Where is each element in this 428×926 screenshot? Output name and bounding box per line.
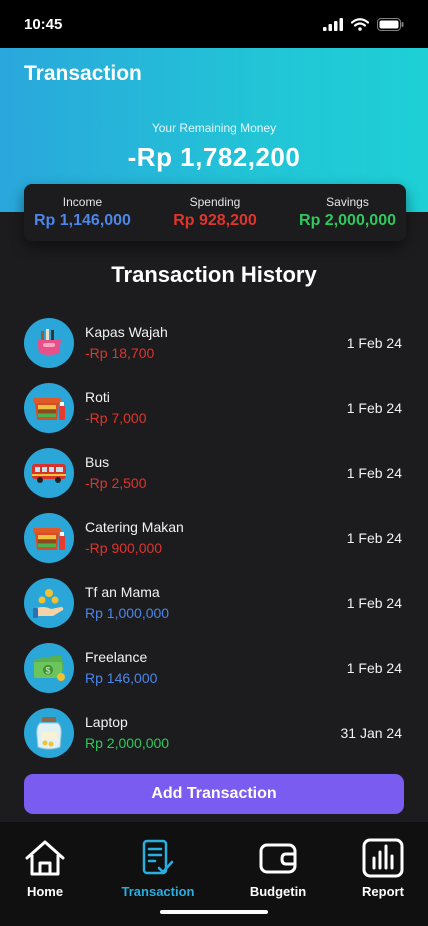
transaction-date: 1 Feb 24 xyxy=(346,399,402,416)
transaction-row[interactable]: Catering Makan -Rp 900,000 1 Feb 24 xyxy=(24,505,404,570)
transaction-info: Bus -Rp 2,500 xyxy=(85,454,347,491)
transaction-amount: Rp 1,000,000 xyxy=(85,605,170,621)
spending-value: Rp 928,200 xyxy=(173,212,257,229)
transaction-amount: -Rp 18,700 xyxy=(85,345,155,361)
transaction-amount: -Rp 7,000 xyxy=(85,410,147,426)
transaction-date: 1 Feb 24 xyxy=(346,334,402,351)
transaction-name: Tf an Mama xyxy=(85,584,160,600)
transaction-screen: 10:45 Transaction Your Remaining Money -… xyxy=(0,0,428,926)
savings-value: Rp 2,000,000 xyxy=(299,212,396,229)
transaction-date: 1 Feb 24 xyxy=(346,464,402,481)
transaction-row[interactable]: Tf an Mama Rp 1,000,000 1 Feb 24 xyxy=(24,570,404,635)
status-icons xyxy=(323,17,404,31)
tab-home[interactable]: Home xyxy=(0,838,95,899)
food-icon xyxy=(24,512,74,563)
transaction-info: Tf an Mama Rp 1,000,000 xyxy=(85,584,347,621)
home-indicator xyxy=(160,910,268,914)
tab-report[interactable]: Report xyxy=(333,838,428,899)
cellular-signal-icon xyxy=(323,17,343,31)
tab-budgetin-label: Budgetin xyxy=(249,884,307,899)
transaction-row[interactable]: Kapas Wajah -Rp 18,700 1 Feb 24 xyxy=(24,310,404,375)
bar-chart-icon xyxy=(362,838,404,878)
transaction-info: Freelance Rp 146,000 xyxy=(85,649,347,686)
transaction-info: Laptop Rp 2,000,000 xyxy=(85,714,341,751)
transaction-history-title: Transaction History xyxy=(111,262,317,287)
income-summary: Income Rp 1,146,000 xyxy=(34,184,131,241)
bus-icon xyxy=(24,447,74,498)
transaction-row[interactable]: Roti -Rp 7,000 1 Feb 24 xyxy=(24,375,404,440)
transaction-amount: -Rp 900,000 xyxy=(85,540,163,556)
savings-summary: Savings Rp 2,000,000 xyxy=(299,184,396,241)
transaction-info: Catering Makan -Rp 900,000 xyxy=(85,519,347,556)
transaction-name: Catering Makan xyxy=(85,519,184,535)
receipt-check-icon xyxy=(142,839,174,875)
transaction-amount: Rp 2,000,000 xyxy=(85,735,170,751)
status-bar: 10:45 xyxy=(0,0,428,48)
spending-label: Spending xyxy=(189,195,241,209)
wifi-icon xyxy=(351,17,369,31)
transaction-name: Roti xyxy=(85,389,110,405)
transaction-amount: -Rp 2,500 xyxy=(85,475,147,491)
income-value: Rp 1,146,000 xyxy=(34,212,131,229)
cosmetics-bag-icon xyxy=(24,317,74,368)
food-icon xyxy=(24,382,74,433)
transaction-list: Kapas Wajah -Rp 18,700 1 Feb 24 Roti -Rp… xyxy=(24,310,404,765)
remaining-money-value: -Rp 1,782,200 xyxy=(127,142,301,172)
tab-report-label: Report xyxy=(362,884,404,899)
wallet-icon xyxy=(259,843,297,874)
hand-coins-icon xyxy=(24,577,74,628)
battery-icon xyxy=(377,17,404,31)
transaction-name: Laptop xyxy=(85,714,128,730)
tab-budgetin[interactable]: Budgetin xyxy=(228,838,328,899)
transaction-amount: Rp 146,000 xyxy=(85,670,158,686)
spending-summary: Spending Rp 928,200 xyxy=(173,184,257,241)
savings-jar-icon xyxy=(24,707,74,758)
page-title: Transaction xyxy=(24,62,142,85)
svg-text:$: $ xyxy=(45,665,50,675)
summary-card: Income Rp 1,146,000 Spending Rp 928,200 … xyxy=(24,184,406,241)
tab-home-label: Home xyxy=(26,884,64,899)
status-time: 10:45 xyxy=(24,15,63,33)
transaction-date: 1 Feb 24 xyxy=(346,659,402,676)
transaction-row[interactable]: Bus -Rp 2,500 1 Feb 24 xyxy=(24,440,404,505)
savings-label: Savings xyxy=(326,195,369,209)
home-icon xyxy=(25,840,65,876)
transaction-date: 31 Jan 24 xyxy=(340,724,403,741)
transaction-row[interactable]: $ Freelance Rp 146,000 1 Feb 24 xyxy=(24,635,404,700)
transaction-info: Kapas Wajah -Rp 18,700 xyxy=(85,324,347,361)
remaining-money-label: Your Remaining Money xyxy=(151,121,277,135)
income-label: Income xyxy=(62,195,103,209)
transaction-info: Roti -Rp 7,000 xyxy=(85,389,347,426)
transaction-name: Freelance xyxy=(85,649,148,665)
tab-transaction[interactable]: Transaction xyxy=(108,838,208,899)
transaction-date: 1 Feb 24 xyxy=(346,594,402,611)
tab-transaction-label: Transaction xyxy=(121,884,195,899)
money-bill-icon: $ xyxy=(24,642,74,693)
transaction-name: Bus xyxy=(85,454,110,470)
add-transaction-button[interactable]: Add Transaction xyxy=(24,774,404,814)
transaction-date: 1 Feb 24 xyxy=(346,529,402,546)
bottom-tab-bar: Home Transaction Budgetin Report xyxy=(0,822,428,926)
transaction-row[interactable]: Laptop Rp 2,000,000 31 Jan 24 xyxy=(24,700,404,765)
transaction-name: Kapas Wajah xyxy=(85,324,168,340)
